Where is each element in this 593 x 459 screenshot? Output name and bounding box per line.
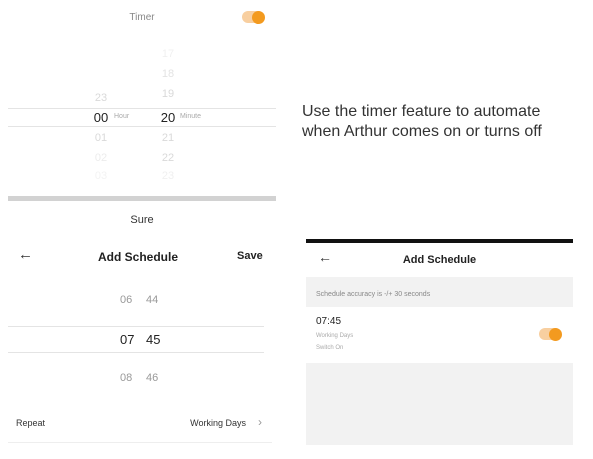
repeat-value: Working Days — [190, 418, 246, 428]
accuracy-note: Schedule accuracy is -/+ 30 seconds — [316, 291, 431, 298]
schedule-item[interactable]: 07:45 Working Days Switch On — [306, 307, 573, 363]
picker-line-bottom — [8, 126, 276, 127]
chevron-right-icon: › — [258, 415, 262, 429]
caption: Use the timer feature to automate when A… — [302, 102, 592, 142]
timer-toggle[interactable] — [242, 10, 265, 24]
toggle-knob — [549, 327, 562, 341]
timer-label: Timer — [129, 12, 155, 23]
hour-option[interactable]: 01 — [86, 132, 116, 144]
schedule-list-panel: ← Add Schedule Schedule accuracy is -/+ … — [306, 239, 573, 445]
schedule-item-action: Switch On — [316, 345, 344, 351]
minute-option[interactable]: 23 — [153, 170, 183, 182]
minute-option[interactable]: 17 — [153, 48, 183, 60]
minute-option[interactable]: 21 — [153, 132, 183, 144]
hour-unit: Hour — [114, 113, 130, 120]
schedule-toggle[interactable] — [539, 327, 562, 341]
schedule-picker-line-top — [8, 326, 264, 327]
minute-unit: Minute — [180, 113, 202, 120]
schedule-hour-option[interactable]: 08 — [120, 372, 132, 384]
schedule-item-days: Working Days — [316, 333, 354, 339]
save-button[interactable]: Save — [237, 250, 263, 262]
caption-line-1: Use the timer feature to automate — [302, 103, 541, 120]
schedule-hour-selected[interactable]: 07 — [120, 332, 134, 347]
timer-panel: Timer 23 00 Hour 01 02 03 17 18 19 20 Mi… — [8, 0, 276, 200]
minute-option[interactable]: 22 — [153, 152, 183, 164]
hour-option[interactable]: 23 — [86, 92, 116, 104]
hour-selected[interactable]: 00 — [86, 110, 116, 125]
schedule-minute-option[interactable]: 46 — [146, 372, 158, 384]
page-title: Add Schedule — [97, 250, 178, 264]
caption-line-2: when Arthur comes on or turns off — [302, 123, 542, 140]
schedule-hour-option[interactable]: 06 — [120, 294, 132, 306]
minute-option[interactable]: 18 — [153, 68, 183, 80]
schedule-minute-selected[interactable]: 45 — [146, 332, 160, 347]
toggle-knob — [252, 10, 265, 24]
repeat-row[interactable]: Repeat Working Days › — [8, 404, 272, 444]
minute-selected[interactable]: 20 — [153, 110, 183, 125]
picker-line-top — [8, 108, 276, 109]
sure-button[interactable]: Sure — [8, 214, 276, 226]
schedule-picker-line-bottom — [8, 352, 264, 353]
repeat-label: Repeat — [16, 418, 46, 428]
minute-option[interactable]: 19 — [153, 88, 183, 100]
row-divider — [8, 442, 272, 443]
page-title: Add Schedule — [402, 254, 477, 266]
panel-divider — [8, 196, 276, 201]
hour-option[interactable]: 02 — [86, 152, 116, 164]
schedule-item-time: 07:45 — [316, 316, 342, 327]
hour-option[interactable]: 03 — [86, 170, 116, 182]
schedule-minute-option[interactable]: 44 — [146, 294, 158, 306]
schedule-header: ← Add Schedule — [306, 243, 573, 277]
